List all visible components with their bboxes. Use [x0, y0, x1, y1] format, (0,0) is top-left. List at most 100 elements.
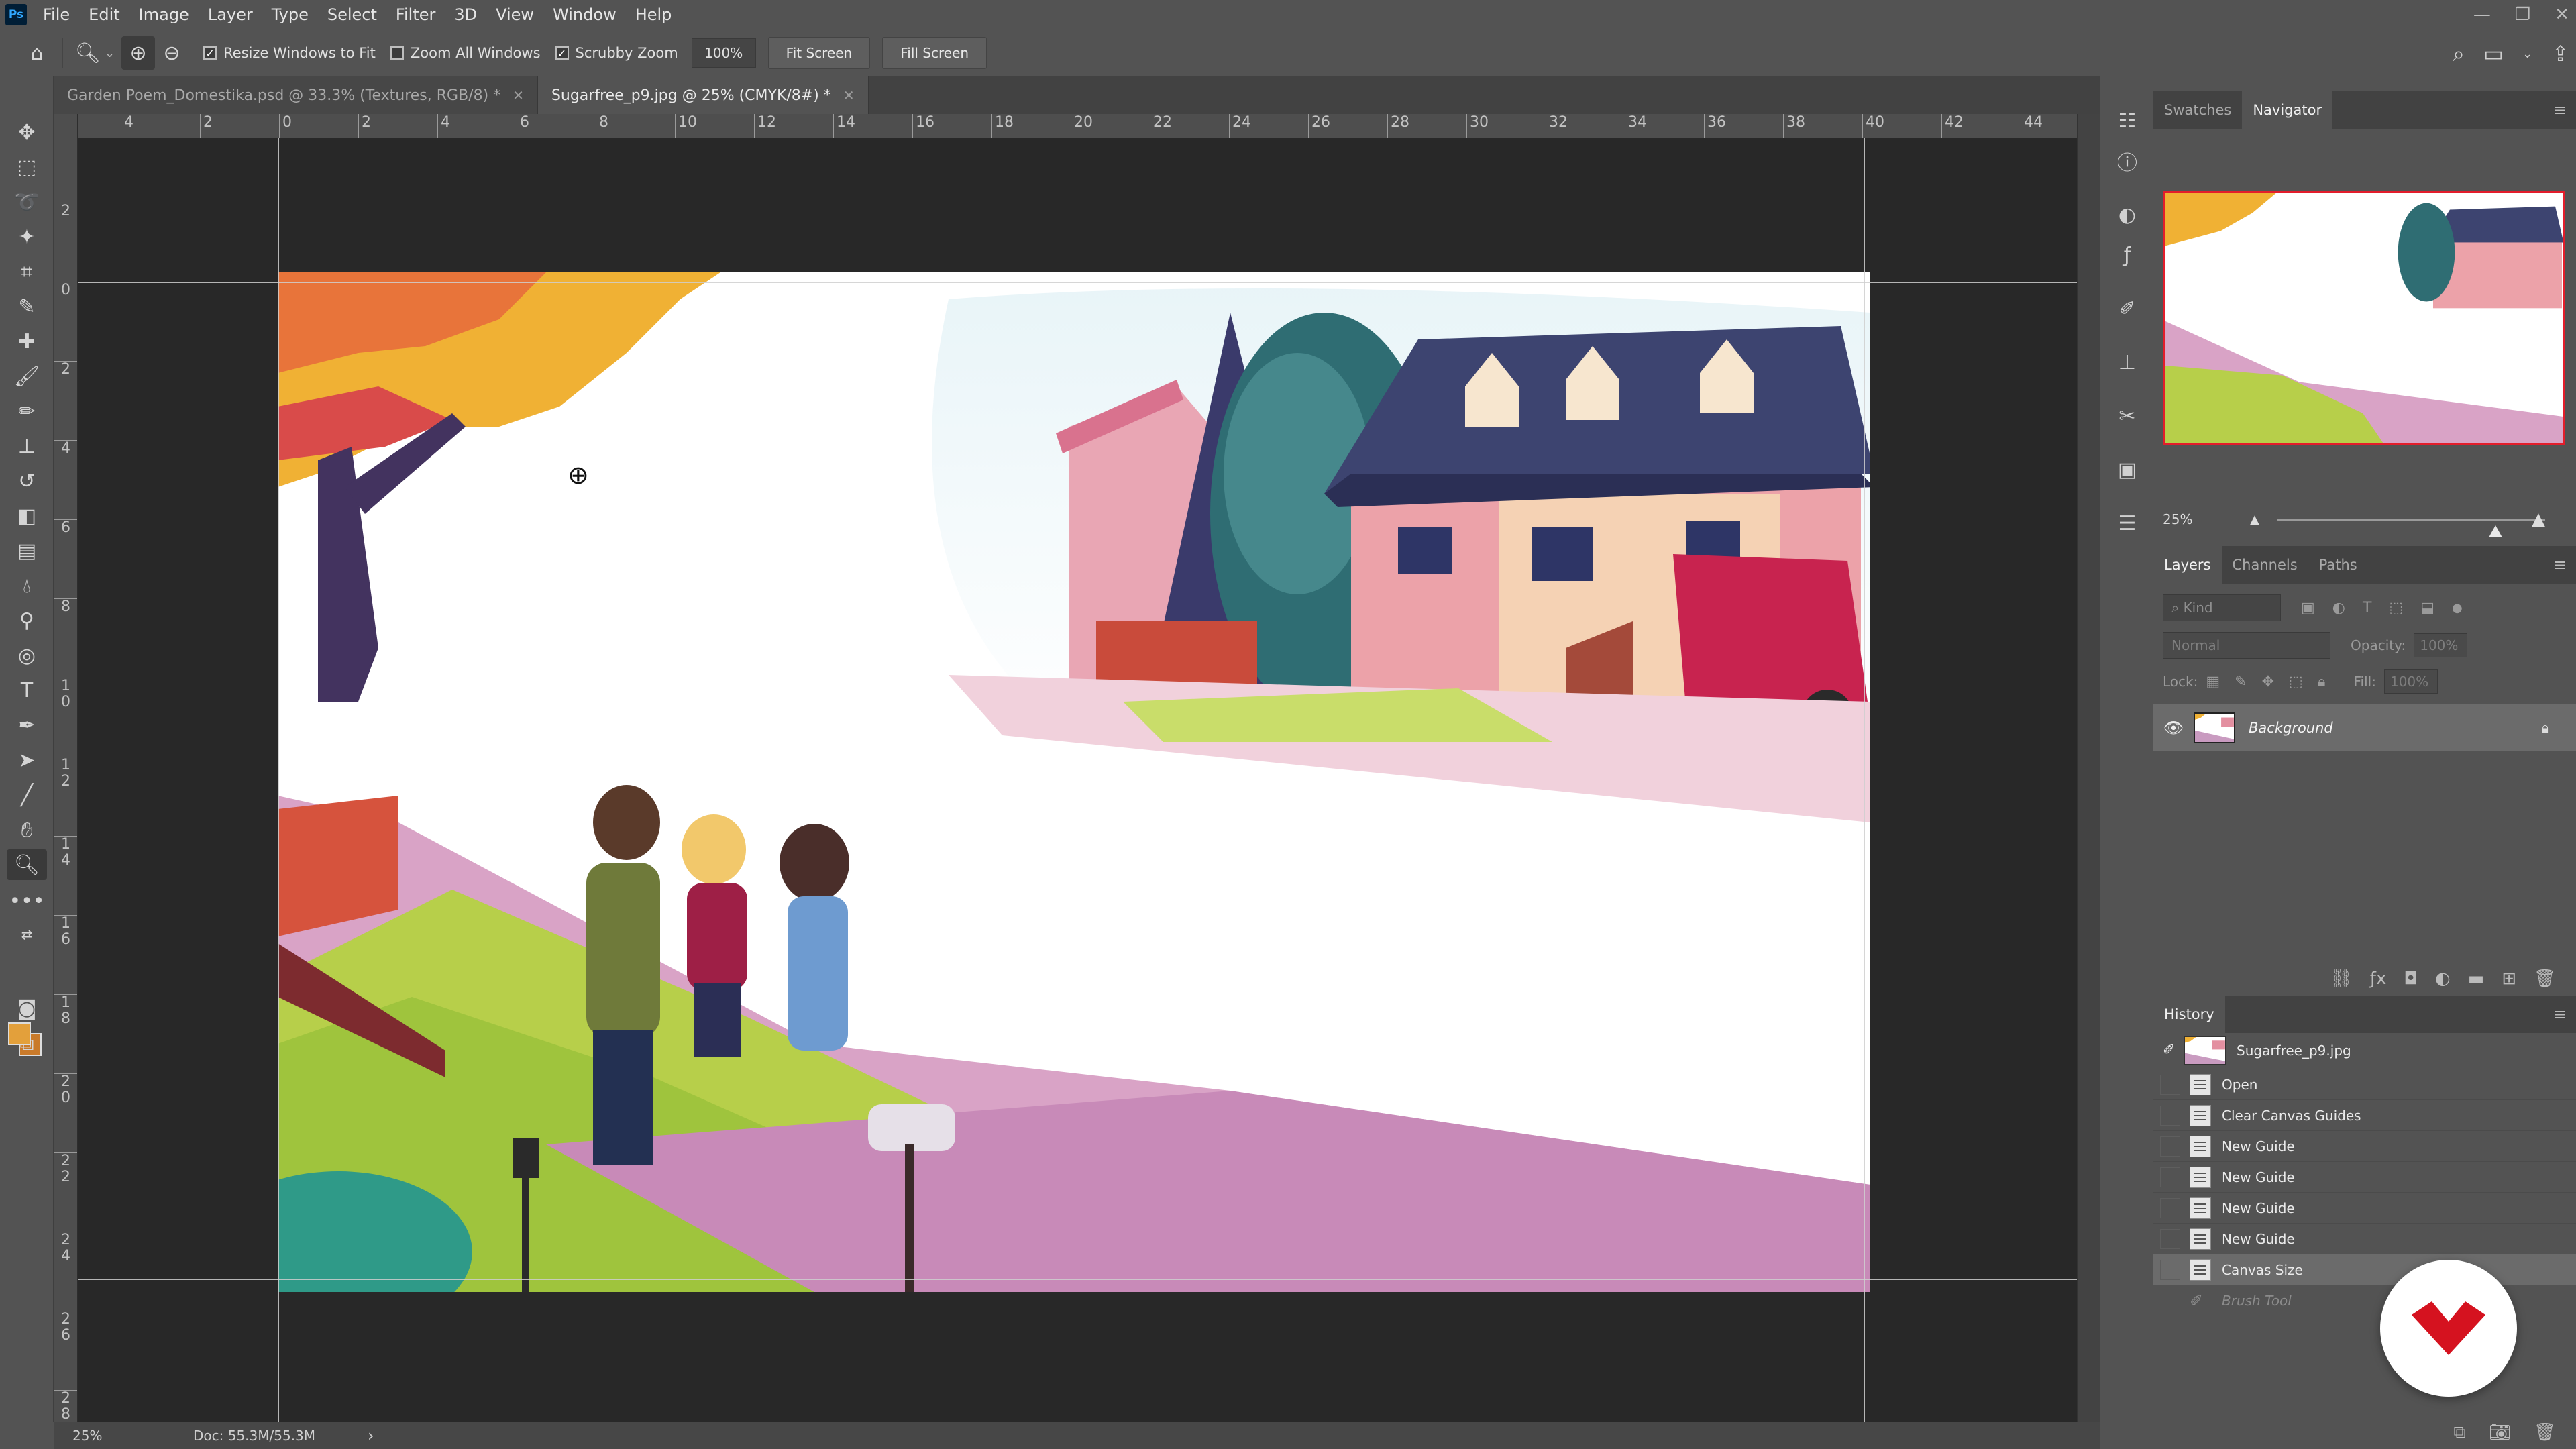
magic-wand-tool-icon[interactable]: ✦ — [7, 221, 47, 252]
zoom-preset-icon[interactable]: 🔍︎ — [71, 36, 105, 70]
marquee-tool-icon[interactable]: ⬚ — [7, 152, 47, 182]
link-layers-icon[interactable]: ⛓︎ — [2330, 969, 2353, 989]
navigator-preview[interactable] — [2163, 191, 2565, 445]
filter-toggle-icon[interactable]: ● — [2452, 601, 2463, 615]
scrubby-zoom-checkbox[interactable]: ✓ Scrubby Zoom — [555, 45, 678, 61]
layer-name[interactable]: Background — [2249, 720, 2333, 736]
properties-icon[interactable]: ☷ — [2110, 103, 2145, 138]
menu-edit[interactable]: Edit — [79, 0, 129, 30]
hand-tool-icon[interactable]: ✋︎ — [7, 814, 47, 845]
history-source-checkbox[interactable] — [2160, 1167, 2180, 1187]
menu-3d[interactable]: 3D — [445, 0, 486, 30]
horizontal-guide[interactable] — [78, 282, 2077, 283]
sponge-tool-icon[interactable]: ◎ — [7, 640, 47, 671]
search-icon[interactable]: ⌕ — [2453, 41, 2465, 67]
fit-screen-button[interactable]: Fit Screen — [767, 37, 871, 69]
new-layer-icon[interactable]: ⊞ — [2502, 969, 2516, 989]
zoom-out-icon[interactable]: ⊖ — [155, 36, 189, 70]
menu-layer[interactable]: Layer — [199, 0, 262, 30]
lock-icon[interactable]: 🔒︎ — [2541, 720, 2549, 737]
history-source-checkbox[interactable] — [2160, 1291, 2180, 1311]
ruler-origin[interactable] — [54, 114, 78, 138]
layer-row[interactable]: 👁︎ Background 🔒︎ — [2153, 704, 2576, 751]
minimize-icon[interactable]: — — [2473, 5, 2491, 25]
blend-mode-select[interactable]: Normal — [2163, 632, 2330, 659]
chevron-down-icon[interactable]: ⌄ — [105, 46, 115, 60]
horizontal-ruler[interactable]: 4 2 0 2 4 6 8 10 12 14 16 18 20 22 24 26 28 30 32 34 36 38 40 4… — [78, 114, 2100, 138]
pen-tool-icon[interactable]: ✒︎ — [7, 710, 47, 741]
adjustments-icon[interactable]: ◐ — [2110, 197, 2145, 232]
dodge-tool-icon[interactable]: ⚲ — [7, 605, 47, 636]
info-icon[interactable]: ⓘ — [2110, 144, 2145, 178]
pencil-tool-icon[interactable]: ✏︎ — [7, 396, 47, 427]
panel-menu-icon[interactable]: ≡ — [2553, 555, 2567, 574]
menu-view[interactable]: View — [486, 0, 543, 30]
brushes-icon[interactable]: ✐ — [2110, 291, 2145, 326]
foreground-color-swatch[interactable] — [8, 1022, 31, 1045]
close-icon[interactable]: ✕ — [843, 87, 855, 103]
vertical-ruler[interactable]: 2 0 2 4 6 8 1 0 1 2 1 4 1 6 1 8 2 0 2 2 2 4 2 6 2 8 — [54, 138, 78, 1429]
vertical-guide[interactable] — [1864, 138, 1865, 1429]
tab-layers[interactable]: Layers — [2153, 546, 2222, 584]
menu-select[interactable]: Select — [318, 0, 386, 30]
close-icon[interactable]: ✕ — [513, 87, 524, 103]
home-icon[interactable]: ⌂ — [20, 36, 54, 70]
crop-tool-icon[interactable]: ⌗ — [7, 256, 47, 287]
history-step[interactable]: New Guide — [2153, 1162, 2576, 1193]
navigator-zoom-value[interactable]: 25% — [2163, 511, 2192, 527]
tab-paths[interactable]: Paths — [2308, 546, 2368, 584]
blur-tool-icon[interactable]: 💧︎ — [7, 570, 47, 601]
status-menu-arrow[interactable]: › — [368, 1426, 374, 1445]
healing-brush-tool-icon[interactable]: ✚ — [7, 326, 47, 357]
tab-swatches[interactable]: Swatches — [2153, 91, 2242, 129]
history-step[interactable]: New Guide — [2153, 1193, 2576, 1224]
type-tool-icon[interactable]: T — [7, 675, 47, 706]
trash-icon[interactable]: 🗑︎ — [2534, 1422, 2556, 1442]
restore-icon[interactable]: ❐ — [2515, 5, 2530, 25]
menu-filter[interactable]: Filter — [386, 0, 445, 30]
fill-screen-button[interactable]: Fill Screen — [882, 37, 987, 69]
history-step[interactable]: New Guide — [2153, 1224, 2576, 1254]
panel-menu-icon[interactable]: ≡ — [2553, 101, 2567, 119]
clone-stamp-tool-icon[interactable]: ⊥ — [7, 431, 47, 462]
menu-image[interactable]: Image — [129, 0, 199, 30]
share-icon[interactable]: ⇪ — [2551, 41, 2569, 66]
menu-window[interactable]: Window — [543, 0, 626, 30]
history-step[interactable]: New Guide — [2153, 1131, 2576, 1162]
tab-history[interactable]: History — [2153, 996, 2225, 1033]
resize-windows-checkbox[interactable]: ✓ Resize Windows to Fit — [203, 45, 376, 61]
history-step[interactable]: Open — [2153, 1069, 2576, 1100]
menu-help[interactable]: Help — [626, 0, 682, 30]
tab-channels[interactable]: Channels — [2222, 546, 2308, 584]
navigator-zoom-slider[interactable] — [2277, 519, 2545, 537]
history-source-checkbox[interactable] — [2160, 1136, 2180, 1157]
document-canvas[interactable] — [278, 272, 1870, 1292]
menu-file[interactable]: File — [34, 0, 79, 30]
adjustment-layer-icon[interactable]: ◐ — [2435, 969, 2451, 989]
fill-field[interactable]: 100% — [2383, 669, 2438, 694]
history-source-checkbox[interactable] — [2160, 1259, 2180, 1280]
tool-presets-icon[interactable]: ✂ — [2110, 398, 2145, 433]
tab-navigator[interactable]: Navigator — [2242, 91, 2333, 129]
history-brush-tool-icon[interactable]: ↺ — [7, 466, 47, 496]
quick-mask-icon[interactable]: ◙ — [7, 993, 47, 1024]
styles-icon[interactable]: ƒ — [2110, 237, 2145, 272]
workspace-icon[interactable]: ▭ — [2483, 41, 2504, 66]
gradient-tool-icon[interactable]: ▤ — [7, 535, 47, 566]
history-source-checkbox[interactable] — [2160, 1105, 2180, 1126]
new-group-icon[interactable]: ▬ — [2468, 969, 2485, 989]
status-zoom[interactable]: 25% — [72, 1428, 193, 1444]
eraser-tool-icon[interactable]: ◧ — [7, 500, 47, 531]
tab-sugarfree[interactable]: Sugarfree_p9.jpg @ 25% (CMYK/8#) * ✕ — [537, 76, 869, 114]
history-step-current[interactable]: Canvas Size — [2153, 1254, 2576, 1285]
trash-icon[interactable]: 🗑︎ — [2534, 969, 2556, 989]
eyedropper-tool-icon[interactable]: ✎ — [7, 291, 47, 322]
vertical-scrollbar[interactable] — [2077, 114, 2100, 1429]
lasso-tool-icon[interactable]: ➰ — [7, 186, 47, 217]
filter-type-icons[interactable]: ▣◐T⬚⬓ — [2301, 600, 2452, 616]
menu-type[interactable]: Type — [262, 0, 318, 30]
zoom-in-icon[interactable]: ⊕ — [121, 36, 156, 70]
zoom-tool-icon[interactable]: 🔍︎ — [7, 849, 47, 880]
visibility-eye-icon[interactable]: 👁︎ — [2153, 718, 2194, 737]
brush-tool-icon[interactable]: 🖌︎ — [7, 361, 47, 392]
